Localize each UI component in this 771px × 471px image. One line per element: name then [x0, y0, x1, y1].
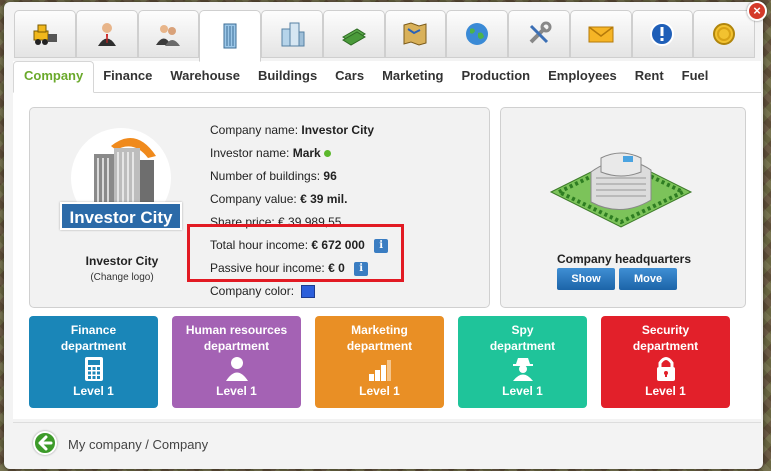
hr-department-line2: department — [203, 339, 270, 353]
map-icon — [403, 22, 427, 46]
spy-department-line2: department — [489, 339, 556, 353]
breadcrumb: My company / Company — [68, 437, 209, 452]
tab-profile[interactable] — [75, 10, 138, 58]
exclamation-icon — [650, 22, 675, 46]
tab-employees[interactable]: Employees — [539, 60, 626, 92]
company-name-label: Company name: — [210, 123, 299, 137]
finance-department-card[interactable]: Finance department Level 1 — [29, 316, 158, 408]
office-building-icon — [223, 23, 237, 49]
company-value-label: Company value: — [210, 192, 297, 206]
marketing-department-line1: Marketing — [351, 323, 408, 337]
company-name-row: Company name: Investor City — [210, 123, 374, 137]
tab-people[interactable] — [137, 10, 200, 58]
finance-department-line1: Finance — [70, 323, 117, 337]
security-department-line1: Security — [641, 323, 690, 337]
hr-department-line1: Human resources — [185, 323, 288, 337]
arrow-left-icon — [38, 435, 53, 451]
logo-building-icon — [71, 128, 171, 208]
back-button[interactable] — [33, 431, 57, 455]
finance-department-title: Finance department — [29, 322, 158, 354]
security-department-level: Level 1 — [645, 384, 686, 398]
marketing-department-line2: department — [346, 339, 413, 353]
security-department-card[interactable]: Security department Level 1 — [601, 316, 730, 408]
company-name-value: Investor City — [301, 123, 375, 137]
signal-bars-icon — [368, 360, 391, 381]
tab-production[interactable]: Production — [453, 60, 540, 92]
spy-department-card[interactable]: Spy department Level 1 — [458, 316, 587, 408]
buildings-icon — [281, 22, 305, 47]
company-name-caption: Investor City — [85, 254, 159, 268]
tab-settings[interactable] — [508, 10, 570, 58]
finance-department-line2: department — [60, 339, 127, 353]
investor-name-label: Investor name: — [210, 146, 290, 160]
buildings-count-value: 96 — [323, 169, 337, 183]
spy-department-title: Spy department — [458, 322, 587, 354]
income-highlight-box — [187, 224, 404, 282]
move-headquarters-button[interactable]: Move — [619, 268, 677, 290]
tab-finance[interactable]: Finance — [94, 60, 161, 92]
tab-company[interactable] — [199, 10, 261, 62]
tab-company-text[interactable]: Company — [13, 61, 95, 93]
tab-money[interactable] — [322, 10, 385, 58]
people-icon — [156, 25, 181, 46]
businessman-icon — [97, 23, 116, 46]
headquarters-building-icon — [549, 152, 693, 228]
tab-world[interactable] — [446, 10, 508, 58]
tab-rent[interactable]: Rent — [626, 60, 673, 92]
money-stack-icon — [341, 28, 366, 46]
company-color-row: Company color: — [210, 284, 316, 299]
footer-bar: My company / Company — [13, 422, 761, 466]
finance-department-level: Level 1 — [73, 384, 114, 398]
company-value-row: Company value: € 39 mil. — [210, 192, 347, 206]
globe-icon — [466, 23, 489, 45]
lock-icon — [656, 357, 675, 381]
tab-buildings[interactable] — [261, 10, 323, 58]
change-logo-link[interactable]: (Change logo) — [50, 272, 194, 283]
spy-department-level: Level 1 — [502, 384, 543, 398]
marketing-department-title: Marketing department — [315, 322, 444, 354]
marketing-department-card[interactable]: Marketing department Level 1 — [315, 316, 444, 408]
headquarters-panel: Company headquarters Show Move — [500, 107, 746, 308]
company-logo[interactable]: Investor City — [56, 128, 186, 238]
investor-name-value[interactable]: Mark — [293, 146, 321, 160]
tab-buildings-text[interactable]: Buildings — [249, 60, 326, 92]
company-color-swatch[interactable] — [301, 285, 316, 299]
security-department-title: Security department — [601, 322, 730, 354]
company-color-label: Company color: — [210, 284, 295, 298]
icon-tab-bar — [14, 10, 755, 62]
tools-icon — [529, 21, 552, 44]
hr-department-level: Level 1 — [216, 384, 257, 398]
tab-cars[interactable]: Cars — [326, 60, 373, 92]
headquarters-caption: Company headquarters — [556, 252, 692, 266]
tab-warehouse[interactable]: Warehouse — [161, 60, 249, 92]
spy-department-line1: Spy — [511, 323, 534, 337]
coin-icon — [713, 23, 736, 45]
tab-map[interactable] — [384, 10, 447, 58]
logo-text: Investor City — [60, 202, 182, 230]
marketing-department-level: Level 1 — [359, 384, 400, 398]
tab-fuel[interactable]: Fuel — [673, 60, 718, 92]
security-department-line2: department — [632, 339, 699, 353]
show-headquarters-button[interactable]: Show — [557, 268, 615, 290]
tab-construction[interactable] — [14, 10, 76, 58]
hr-department-title: Human resources department — [172, 322, 301, 354]
online-status-icon — [323, 150, 331, 158]
tab-marketing[interactable]: Marketing — [373, 60, 452, 92]
bulldozer-icon — [33, 24, 57, 45]
tab-coins[interactable] — [693, 10, 755, 58]
envelope-icon — [588, 26, 614, 43]
buildings-count-label: Number of buildings: — [210, 169, 321, 183]
investor-name-row: Investor name: Mark — [210, 146, 331, 160]
company-value-value: € 39 mil. — [300, 192, 348, 206]
person-icon — [225, 357, 248, 381]
calculator-icon — [84, 357, 103, 381]
spy-icon — [512, 358, 533, 381]
tab-messages[interactable] — [569, 10, 632, 58]
tab-alerts[interactable] — [631, 10, 694, 58]
hr-department-card[interactable]: Human resources department Level 1 — [172, 316, 301, 408]
buildings-count-row: Number of buildings: 96 — [210, 169, 337, 183]
close-button[interactable]: × — [747, 1, 767, 21]
section-tabs: Company Finance Warehouse Buildings Cars… — [13, 61, 761, 93]
